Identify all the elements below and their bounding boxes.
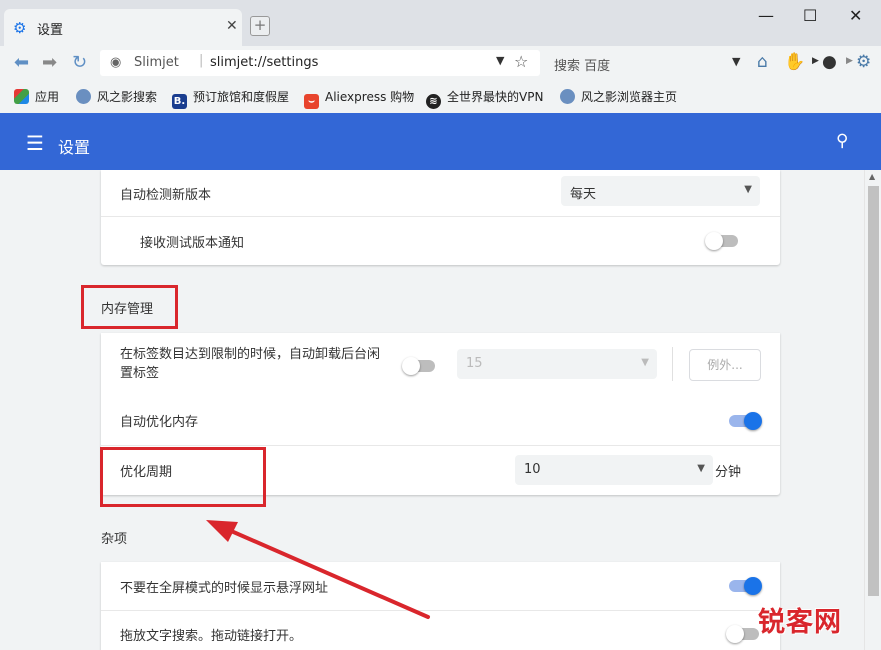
watermark-text: 锐客网 bbox=[758, 607, 842, 638]
watermark: 锐客网 bbox=[758, 600, 868, 646]
annotation-arrow bbox=[206, 520, 430, 619]
